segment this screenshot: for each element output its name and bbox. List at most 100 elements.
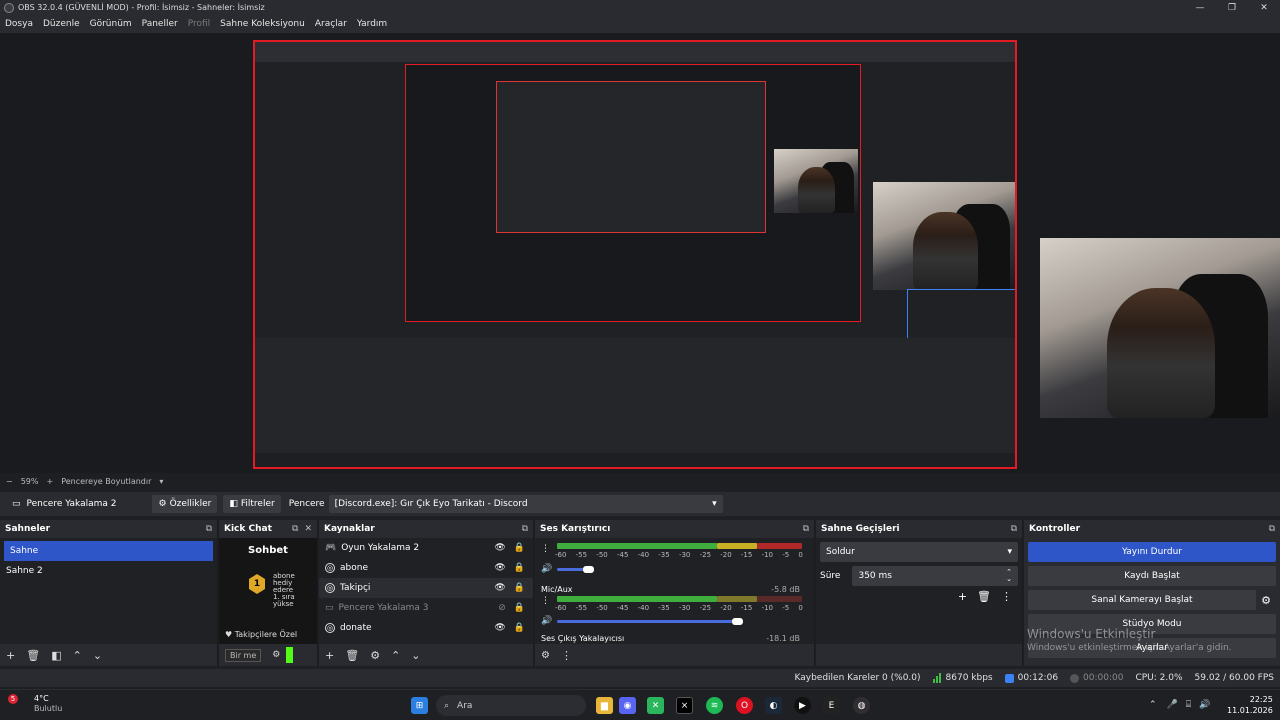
fit-window-button[interactable]: Pencereye Boyutlandır	[61, 477, 151, 486]
stop-stream-button[interactable]: Yayını Durdur	[1028, 542, 1276, 562]
obs-logo-icon	[4, 2, 14, 13]
network-icon[interactable]: ⌸	[1186, 700, 1191, 710]
chat-input[interactable]: Bir me	[225, 648, 262, 662]
meter-yellow	[717, 543, 757, 549]
lock-icon[interactable]: 🔒	[514, 623, 525, 633]
speaker-icon[interactable]: 🔊	[541, 564, 552, 574]
source-properties-button[interactable]: ⚙	[370, 649, 380, 662]
lock-icon[interactable]: 🔒	[514, 603, 525, 613]
obs-icon[interactable]: ◍	[853, 697, 870, 714]
lock-icon[interactable]: 🔒	[514, 563, 525, 573]
menu-gorunum[interactable]: Görünüm	[90, 19, 132, 29]
lock-icon[interactable]: 🔒	[514, 543, 525, 553]
menu-araclar[interactable]: Araçlar	[315, 19, 347, 29]
duration-input[interactable]: 350 ms ⌃ ⌄	[852, 566, 1018, 586]
windows-start-icon[interactable]: ⊞	[411, 697, 428, 714]
chevron-down-icon[interactable]: ▾	[159, 477, 163, 486]
remove-scene-button[interactable]: 🗑	[26, 649, 40, 662]
undock-icon[interactable]: ⧉	[206, 524, 212, 534]
preview-canvas[interactable]	[253, 40, 1017, 469]
opera-icon[interactable]: O	[736, 697, 753, 714]
properties-button[interactable]: ⚙ Özellikler	[152, 495, 218, 513]
close-icon[interactable]: ✕	[304, 524, 312, 534]
add-scene-button[interactable]: +	[6, 649, 15, 662]
source-item-pencere-yakalama-3[interactable]: ▭ Pencere Yakalama 3 ⊘ 🔒	[319, 598, 533, 618]
menu-yardim[interactable]: Yardım	[357, 19, 387, 29]
source-item-abone[interactable]: ◎ abone 👁 🔒	[319, 558, 533, 578]
eye-hidden-icon[interactable]: ⊘	[498, 603, 506, 613]
scene-filters-button[interactable]: ◧	[51, 649, 61, 662]
source-item-donate[interactable]: ◎ donate 👁 🔒	[319, 618, 533, 638]
virtual-camera-settings-icon[interactable]: ⚙	[1256, 594, 1276, 607]
eye-icon[interactable]: 👁	[494, 583, 505, 593]
remove-transition-button[interactable]: 🗑	[977, 590, 991, 603]
eye-icon[interactable]: 👁	[494, 623, 505, 633]
controls-header: Kontroller ⧉	[1024, 520, 1280, 538]
move-down-button[interactable]: ⌄	[93, 649, 102, 662]
kebab-menu-icon[interactable]: ⋮	[1001, 590, 1012, 603]
xbox-icon[interactable]: ✕	[647, 697, 664, 714]
source-item-oyun-yakalama-2[interactable]: 🎮 Oyun Yakalama 2 👁 🔒	[319, 538, 533, 558]
filters-button[interactable]: ◧ Filtreler	[223, 495, 281, 513]
move-up-button[interactable]: ⌃	[391, 649, 400, 662]
move-up-button[interactable]: ⌃	[73, 649, 82, 662]
media-player-icon[interactable]: ▶	[794, 697, 811, 714]
kebab-menu-icon[interactable]: ⋮	[561, 649, 572, 662]
microphone-icon[interactable]: 🎤	[1167, 700, 1178, 710]
zoom-in-button[interactable]: +	[46, 477, 53, 486]
mixer-settings-icon[interactable]: ⚙	[541, 650, 550, 661]
menu-sahne-koleksiyonu[interactable]: Sahne Koleksiyonu	[220, 19, 305, 29]
taskbar-search[interactable]: ⌕ Ara	[436, 695, 586, 716]
capcut-icon[interactable]: ⨯	[676, 697, 693, 714]
add-transition-button[interactable]: +	[958, 590, 967, 603]
chevron-up-icon[interactable]: ⌃	[1149, 700, 1157, 710]
scene-item-sahne-2[interactable]: Sahne 2	[0, 561, 217, 581]
clock[interactable]: 22:25 11.01.2026	[1227, 694, 1273, 716]
nested-preview-inner	[496, 81, 766, 233]
start-recording-button[interactable]: Kaydı Başlat	[1028, 566, 1276, 586]
scene-item-sahne[interactable]: Sahne	[4, 541, 213, 561]
volume-knob-track-1[interactable]	[583, 566, 594, 573]
sources-title: Kaynaklar	[324, 524, 375, 534]
volume-knob-track-2[interactable]	[732, 618, 743, 625]
transition-select[interactable]: Soldur ▾	[820, 542, 1018, 562]
menu-paneller[interactable]: Paneller	[142, 19, 178, 29]
move-down-button[interactable]: ⌄	[411, 649, 420, 662]
eye-icon[interactable]: 👁	[494, 543, 505, 553]
volume-slider-track-2[interactable]	[557, 620, 737, 623]
window-controls: — ❐ ✕	[1184, 0, 1280, 15]
chat-settings-icon[interactable]: ⚙	[272, 650, 280, 660]
virtual-camera-button[interactable]: Sanal Kamerayı Başlat	[1028, 590, 1256, 610]
undock-icon[interactable]: ⧉	[522, 524, 528, 534]
eye-icon[interactable]: 👁	[494, 563, 505, 573]
source-item-takipci[interactable]: ◎ Takipçi 👁 🔒	[319, 578, 533, 598]
minimize-button[interactable]: —	[1184, 0, 1216, 15]
undock-icon[interactable]: ⧉	[803, 524, 809, 534]
zoom-out-button[interactable]: −	[6, 477, 13, 486]
add-source-button[interactable]: +	[325, 649, 334, 662]
remove-source-button[interactable]: 🗑	[345, 649, 359, 662]
steam-icon[interactable]: ◐	[765, 697, 782, 714]
lock-icon[interactable]: 🔒	[514, 583, 525, 593]
volume-icon[interactable]: 🔊	[1199, 700, 1210, 710]
chat-send-button[interactable]	[286, 647, 294, 663]
menu-duzenle[interactable]: Düzenle	[43, 19, 80, 29]
nested-status	[255, 453, 1015, 467]
kebab-menu-icon[interactable]: ⋮	[541, 544, 550, 554]
window-select[interactable]: [Discord.exe]: Gır Çık Eyo Tarikatı - Di…	[328, 495, 723, 513]
discord-icon[interactable]: ◉	[619, 697, 636, 714]
epic-games-icon[interactable]: E	[823, 697, 840, 714]
kebab-menu-icon[interactable]: ⋮	[541, 596, 550, 606]
weather-widget[interactable]: 5 4°C Bulutlu	[8, 694, 62, 713]
menu-profil[interactable]: Profil	[188, 19, 210, 29]
spotify-icon[interactable]: ≋	[706, 697, 723, 714]
close-button[interactable]: ✕	[1248, 0, 1280, 15]
maximize-button[interactable]: ❐	[1216, 0, 1248, 15]
menu-dosya[interactable]: Dosya	[5, 19, 33, 29]
undock-icon[interactable]: ⧉	[1269, 524, 1275, 534]
undock-icon[interactable]: ⧉	[292, 524, 298, 534]
mixer-body: ⋮ -60 -55 -50 -45 -40 -35 -30 -25 -20 -15 -10 -5 0 🔊…	[535, 538, 814, 644]
file-explorer-icon[interactable]: ▆	[596, 697, 613, 714]
speaker-icon[interactable]: 🔊	[541, 616, 552, 626]
undock-icon[interactable]: ⧉	[1011, 524, 1017, 534]
